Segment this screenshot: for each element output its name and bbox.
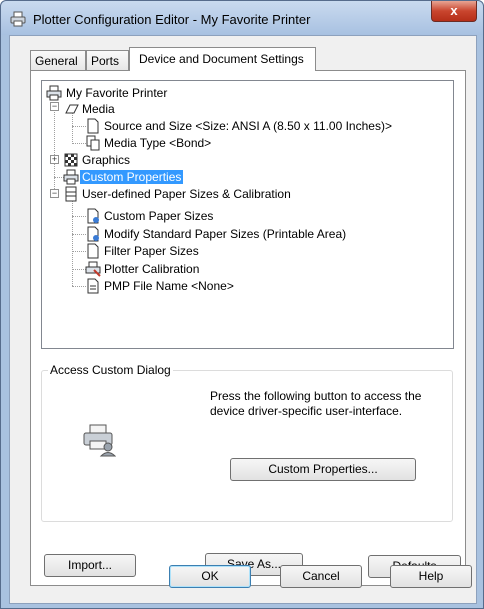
tree-line bbox=[72, 200, 73, 286]
custom-dialog-description: Press the following button to access the… bbox=[210, 389, 422, 418]
window-title: Plotter Configuration Editor - My Favori… bbox=[33, 12, 311, 27]
pmp-file-icon bbox=[87, 278, 99, 294]
tree-line bbox=[72, 126, 86, 127]
printer-icon bbox=[10, 11, 26, 27]
tree-node-source-size[interactable]: Source and Size <Size: ANSI A (8.50 x 11… bbox=[102, 118, 394, 134]
tree-node-root[interactable]: My Favorite Printer bbox=[64, 85, 169, 101]
plotter-config-window: Plotter Configuration Editor - My Favori… bbox=[0, 0, 484, 609]
tab-ports[interactable]: Ports bbox=[86, 50, 129, 70]
tree-line bbox=[72, 286, 86, 287]
tree-node-media[interactable]: Media bbox=[80, 101, 117, 117]
tree-line bbox=[72, 143, 86, 144]
tree-node-graphics[interactable]: Graphics bbox=[80, 152, 132, 168]
tree-line bbox=[72, 251, 86, 252]
custom-paper-icon bbox=[87, 208, 99, 224]
dialog-client-area: General Ports Device and Document Settin… bbox=[9, 35, 477, 604]
tree-line bbox=[72, 269, 86, 270]
filter-paper-icon bbox=[87, 243, 99, 259]
tree-node-filter-paper[interactable]: Filter Paper Sizes bbox=[102, 243, 201, 259]
access-custom-dialog-group: Access Custom Dialog Press the following… bbox=[41, 363, 453, 522]
tree-node-custom-properties[interactable]: Custom Properties bbox=[80, 169, 184, 185]
settings-tree[interactable]: My Favorite Printer − Media Source and S… bbox=[41, 80, 454, 349]
tree-node-user-defined[interactable]: User-defined Paper Sizes & Calibration bbox=[80, 186, 293, 202]
tree-node-media-type[interactable]: Media Type <Bond> bbox=[102, 135, 213, 151]
printer-properties-icon bbox=[63, 169, 79, 185]
custom-properties-button[interactable]: Custom Properties... bbox=[230, 458, 416, 481]
paper-stack-icon bbox=[65, 186, 77, 202]
tree-line bbox=[72, 216, 86, 217]
calibration-icon bbox=[85, 261, 101, 277]
title-bar[interactable]: Plotter Configuration Editor - My Favori… bbox=[1, 1, 483, 35]
tree-line bbox=[72, 234, 86, 235]
import-button[interactable]: Import... bbox=[44, 554, 136, 577]
modify-paper-icon bbox=[87, 226, 99, 242]
media-type-icon bbox=[86, 135, 100, 151]
ok-button[interactable]: OK bbox=[169, 565, 251, 588]
media-icon bbox=[65, 104, 79, 114]
help-button[interactable]: Help bbox=[390, 565, 472, 588]
tree-node-modify-standard[interactable]: Modify Standard Paper Sizes (Printable A… bbox=[102, 226, 348, 242]
graphics-icon bbox=[64, 153, 78, 167]
close-button[interactable]: x bbox=[431, 1, 477, 22]
printer-user-icon bbox=[83, 424, 116, 457]
tree-node-plotter-calibration[interactable]: Plotter Calibration bbox=[102, 261, 201, 277]
device-settings-panel: My Favorite Printer − Media Source and S… bbox=[30, 70, 466, 586]
tree-node-custom-paper[interactable]: Custom Paper Sizes bbox=[102, 208, 215, 224]
expand-icon[interactable]: + bbox=[50, 155, 59, 164]
printer-icon bbox=[46, 85, 62, 101]
tab-device-document-settings[interactable]: Device and Document Settings bbox=[129, 47, 316, 71]
paper-icon bbox=[87, 118, 99, 134]
group-legend: Access Custom Dialog bbox=[48, 363, 173, 377]
collapse-icon[interactable]: − bbox=[50, 189, 59, 198]
tab-general[interactable]: General bbox=[30, 50, 86, 70]
tree-node-pmp-file[interactable]: PMP File Name <None> bbox=[102, 278, 236, 294]
cancel-button[interactable]: Cancel bbox=[280, 565, 362, 588]
collapse-icon[interactable]: − bbox=[50, 102, 59, 111]
